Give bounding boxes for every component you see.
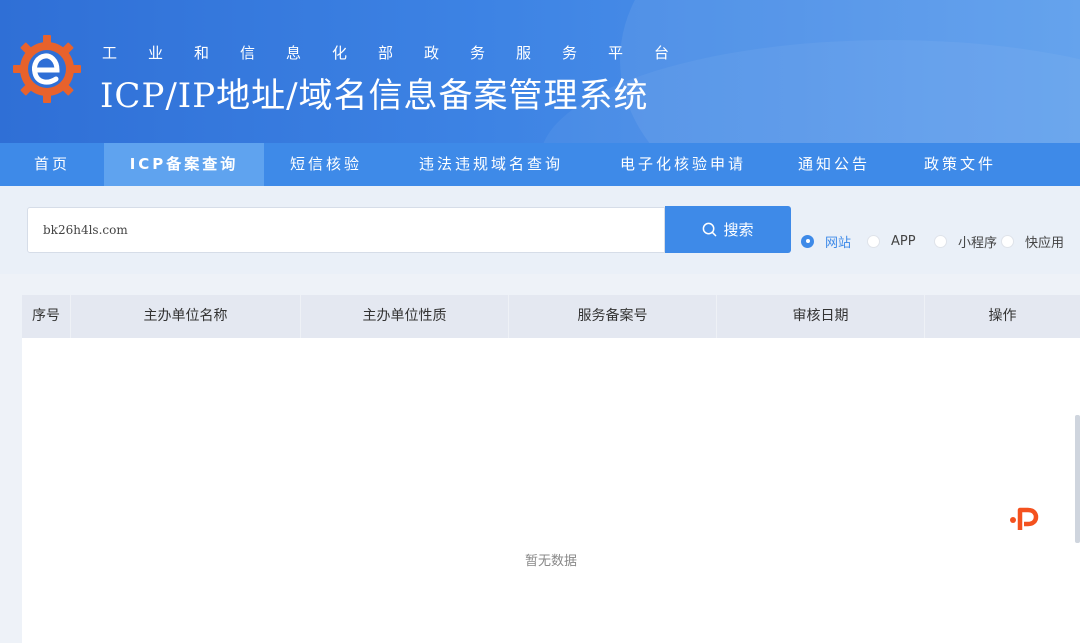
column-header-license-number: 服务备案号 (508, 295, 716, 338)
radio-website-label: 网站 (825, 235, 852, 251)
search-icon (703, 222, 717, 237)
gear-e-logo-icon (13, 35, 81, 103)
nav-item-home[interactable]: 首页 (0, 143, 104, 186)
radio-dot (934, 234, 947, 248)
search-area: 搜索 网站 APP 小程序 快应用 (0, 186, 1080, 274)
table-header-row: 序号 主办单位名称 主办单位性质 服务备案号 审核日期 操作 (22, 295, 1080, 338)
column-header-index: 序号 (32, 308, 60, 324)
nav-item-icp-query[interactable]: ICP备案查询 (104, 143, 264, 186)
radio-app[interactable]: APP (867, 232, 916, 250)
column-header-organizer-name: 主办单位名称 (70, 295, 300, 338)
radio-mini-program[interactable]: 小程序 (934, 232, 998, 251)
column-header-review-date: 审核日期 (716, 295, 924, 338)
main-nav: 首页 ICP备案查询 短信核验 违法违规域名查询 电子化核验申请 通知公告 政策… (0, 143, 1080, 186)
nav-item-electronic-verify[interactable]: 电子化核验申请 (594, 143, 772, 186)
radio-app-label: APP (891, 233, 916, 249)
search-button[interactable]: 搜索 (665, 206, 791, 253)
nav-item-sms-verify[interactable]: 短信核验 (264, 143, 388, 186)
results-table: 序号 主办单位名称 主办单位性质 服务备案号 审核日期 操作 暂无数据 (22, 295, 1080, 643)
radio-website[interactable]: 网站 (801, 232, 852, 251)
empty-state-text: 暂无数据 (524, 554, 577, 569)
p-watermark-icon (1010, 507, 1039, 530)
search-input[interactable] (27, 207, 665, 253)
column-header-organizer-type: 主办单位性质 (300, 295, 508, 338)
radio-quick-app-label: 快应用 (1025, 235, 1065, 251)
column-header-actions: 操作 (924, 295, 1080, 338)
page-title: ICP/IP地址/域名信息备案管理系统 (100, 76, 649, 116)
radio-dot (801, 234, 814, 248)
platform-subtitle: 工业和信息化部政务服务平台 (102, 44, 701, 62)
radio-quick-app[interactable]: 快应用 (1001, 232, 1065, 251)
page-scrollbar[interactable] (1075, 415, 1080, 543)
radio-dot (867, 234, 880, 248)
radio-dot (1001, 234, 1014, 248)
nav-item-illegal-domain-query[interactable]: 违法违规域名查询 (388, 143, 594, 186)
nav-item-notices[interactable]: 通知公告 (772, 143, 896, 186)
header-banner: 工业和信息化部政务服务平台 ICP/IP地址/域名信息备案管理系统 (0, 0, 1080, 143)
nav-item-policy-docs[interactable]: 政策文件 (896, 143, 1024, 186)
radio-mini-program-label: 小程序 (958, 235, 998, 251)
search-button-label: 搜索 (723, 221, 754, 239)
